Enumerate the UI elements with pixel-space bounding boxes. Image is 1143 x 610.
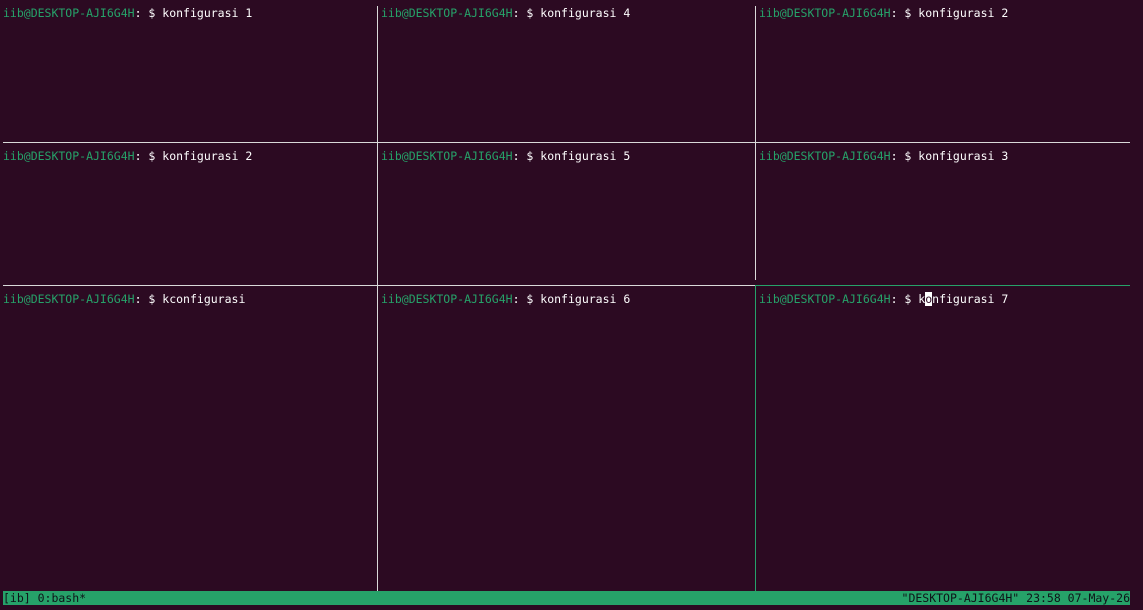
prompt-symbol: $ [519,149,541,163]
command-text: konfigurasi 6 [540,292,631,306]
command-text-after-cursor: nfigurasi 7 [932,292,1009,306]
prompt-line: iib@DESKTOP-AJI6G4H: $ konfigurasi 3 [759,149,1008,163]
command-text: konfigurasi 2 [162,149,253,163]
pane-4[interactable]: iib@DESKTOP-AJI6G4H: $ konfigurasi 2 [0,143,377,285]
pane-divider-horizontal[interactable] [3,285,755,286]
pane-6[interactable]: iib@DESKTOP-AJI6G4H: $ konfigurasi 3 [756,143,1143,285]
command-text: konfigurasi 1 [162,6,253,20]
active-pane-border-top [755,285,1130,286]
pane-divider-vertical[interactable] [755,6,756,280]
prompt-user-host: iib@DESKTOP-AJI6G4H [381,292,513,306]
prompt-user-host: iib@DESKTOP-AJI6G4H [759,292,891,306]
prompt-separator: : [512,6,520,20]
prompt-line: iib@DESKTOP-AJI6G4H: $ konfigurasi 2 [759,6,1008,20]
prompt-separator: : [512,292,520,306]
pane-5[interactable]: iib@DESKTOP-AJI6G4H: $ konfigurasi 5 [378,143,755,285]
command-text: konfigurasi 4 [540,6,631,20]
prompt-user-host: iib@DESKTOP-AJI6G4H [3,149,135,163]
tmux-status-bar: [ib] 0:bash* "DESKTOP-AJI6G4H" 23:58 07-… [3,591,1130,605]
prompt-line: iib@DESKTOP-AJI6G4H: $ kconfigurasi [3,292,245,306]
pane-9-active[interactable]: iib@DESKTOP-AJI6G4H: $ konfigurasi 7 [756,286,1143,591]
pane-3[interactable]: iib@DESKTOP-AJI6G4H: $ konfigurasi 2 [756,0,1143,142]
prompt-user-host: iib@DESKTOP-AJI6G4H [759,6,891,20]
prompt-user-host: iib@DESKTOP-AJI6G4H [759,149,891,163]
command-text: konfigurasi 3 [918,149,1009,163]
session-window-list[interactable]: [ib] 0:bash* [3,591,86,605]
prompt-line: iib@DESKTOP-AJI6G4H: $ konfigurasi 2 [3,149,252,163]
prompt-symbol: $ [519,6,541,20]
host-datetime: "DESKTOP-AJI6G4H" 23:58 07-May-26 [901,591,1130,605]
prompt-symbol: $ [897,6,919,20]
prompt-separator: : [890,292,898,306]
prompt-symbol: $ [141,6,163,20]
prompt-separator: : [134,149,142,163]
prompt-symbol: $ [141,149,163,163]
active-pane-border-left [755,285,756,591]
prompt-separator: : [512,149,520,163]
prompt-line: iib@DESKTOP-AJI6G4H: $ konfigurasi 7 [759,292,1008,306]
pane-divider-horizontal[interactable] [3,142,1130,143]
prompt-line: iib@DESKTOP-AJI6G4H: $ konfigurasi 1 [3,6,252,20]
prompt-symbol: $ [519,292,541,306]
prompt-separator: : [134,6,142,20]
command-text: konfigurasi 2 [918,6,1009,20]
prompt-separator: : [890,149,898,163]
prompt-symbol: $ [897,149,919,163]
prompt-line: iib@DESKTOP-AJI6G4H: $ konfigurasi 4 [381,6,630,20]
prompt-separator: : [134,292,142,306]
pane-2[interactable]: iib@DESKTOP-AJI6G4H: $ konfigurasi 4 [378,0,755,142]
prompt-symbol: $ [897,292,919,306]
pane-8[interactable]: iib@DESKTOP-AJI6G4H: $ konfigurasi 6 [378,286,755,591]
command-text: konfigurasi 5 [540,149,631,163]
prompt-user-host: iib@DESKTOP-AJI6G4H [381,149,513,163]
prompt-user-host: iib@DESKTOP-AJI6G4H [3,6,135,20]
prompt-user-host: iib@DESKTOP-AJI6G4H [3,292,135,306]
prompt-symbol: $ [141,292,163,306]
command-text: kconfigurasi [162,292,246,306]
prompt-separator: : [890,6,898,20]
pane-1[interactable]: iib@DESKTOP-AJI6G4H: $ konfigurasi 1 [0,0,377,142]
pane-divider-vertical[interactable] [377,6,378,591]
pane-7[interactable]: iib@DESKTOP-AJI6G4H: $ kconfigurasi [0,286,377,591]
prompt-line: iib@DESKTOP-AJI6G4H: $ konfigurasi 5 [381,149,630,163]
prompt-line: iib@DESKTOP-AJI6G4H: $ konfigurasi 6 [381,292,630,306]
prompt-user-host: iib@DESKTOP-AJI6G4H [381,6,513,20]
